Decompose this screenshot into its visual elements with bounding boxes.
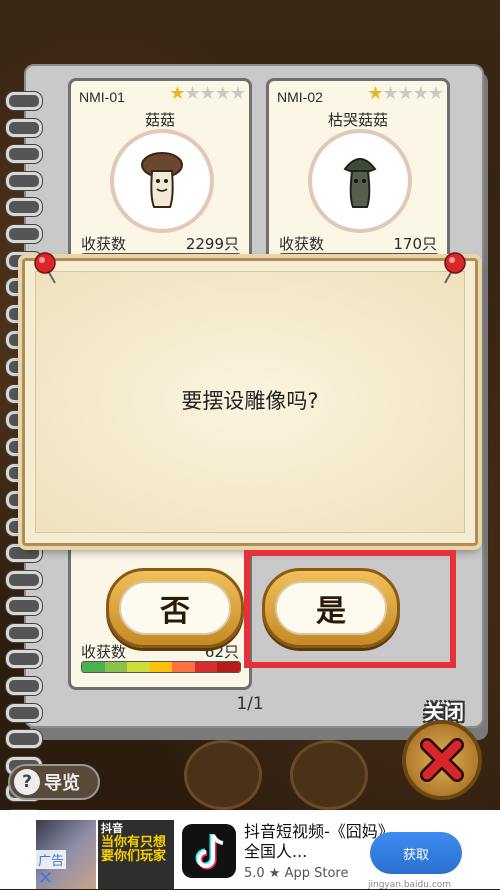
harvest-value: 170只 [393, 235, 437, 253]
guide-label: 导览 [44, 773, 80, 794]
brown-mushroom-icon [141, 152, 183, 208]
ring-icon [6, 677, 42, 696]
game-screen: NMI-01 ★★★★★ 菇菇 收获数 2299只 NMI-02 ★★★★★ 枯… [0, 0, 500, 810]
dark-mushroom-icon [343, 158, 377, 208]
item-slot-icon[interactable] [290, 740, 368, 810]
ad-game-tag: 抖音 [101, 822, 123, 835]
close-control[interactable]: 关闭 [394, 694, 494, 804]
harvest-label: 收获数 [81, 235, 127, 253]
music-note-icon [195, 834, 224, 870]
ring-icon [6, 198, 42, 217]
close-button[interactable] [402, 720, 482, 800]
ring-icon [6, 570, 42, 589]
ring-icon [6, 730, 42, 749]
pushpin-icon [34, 252, 56, 284]
portrait-frame [308, 129, 412, 233]
ad-label: 广告 [36, 850, 67, 869]
dialog-message: 要摆设雕像吗? [181, 389, 319, 413]
ring-icon [6, 145, 42, 164]
ad-banner[interactable]: 广告 ✕ 抖音 当你有只想要你们玩家 抖音短视频-《囧妈》全国人... 5.0 … [0, 810, 500, 890]
highlight-box [244, 550, 456, 668]
ring-icon [6, 544, 42, 563]
no-button[interactable]: 否 [106, 568, 244, 648]
pushpin-icon [444, 252, 466, 284]
no-button-label: 否 [119, 581, 231, 635]
item-slot-icon[interactable] [184, 740, 262, 810]
ring-icon [6, 224, 42, 243]
mushroom-card-nmi-02[interactable]: NMI-02 ★★★★★ 枯哭菇菇 收获数 170只 [266, 78, 450, 284]
close-x-icon [420, 738, 464, 782]
rarity-stars-icon: ★★★★★ [367, 83, 444, 104]
harvest-bar [81, 661, 241, 673]
help-icon: ? [14, 769, 40, 795]
ring-icon [6, 597, 42, 616]
card-code: NMI-02 [277, 89, 323, 105]
ring-icon [6, 171, 42, 190]
card-name: 枯哭菇菇 [327, 111, 388, 129]
harvest-label: 收获数 [279, 235, 325, 253]
confirm-dialog: 要摆设雕像吗? [22, 252, 478, 546]
guide-button[interactable]: ? 导览 [8, 764, 100, 800]
ad-get-button[interactable]: 获取 [370, 832, 462, 874]
harvest-label: 收获数 [81, 643, 127, 661]
ad-game-image[interactable]: 抖音 当你有只想要你们玩家 [98, 820, 174, 889]
ad-game-text: 当你有只想要你们玩家 [101, 835, 167, 864]
ring-icon [6, 650, 42, 669]
card-name: 菇菇 [144, 111, 175, 129]
portrait-frame [110, 129, 214, 233]
ad-close-icon[interactable]: ✕ [38, 868, 53, 889]
ad-rating: 5.0 ★ App Store [244, 866, 349, 881]
mushroom-card-nmi-01[interactable]: NMI-01 ★★★★★ 菇菇 收获数 2299只 [68, 78, 252, 284]
rarity-stars-icon: ★★★★★ [169, 83, 246, 104]
tiktok-logo-icon[interactable] [182, 824, 236, 878]
ring-icon [6, 623, 42, 642]
ring-icon [6, 92, 42, 110]
ring-icon [6, 118, 42, 137]
card-code: NMI-01 [79, 89, 125, 105]
harvest-value: 2299只 [185, 235, 239, 253]
